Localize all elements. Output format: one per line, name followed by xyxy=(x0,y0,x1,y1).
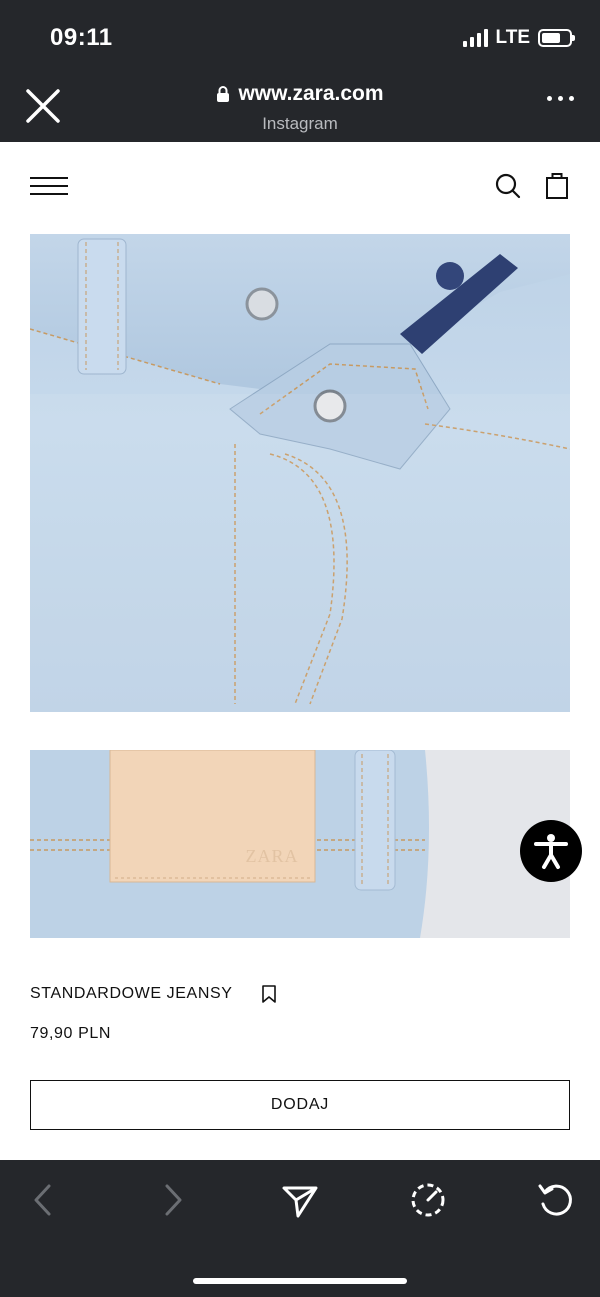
site-header xyxy=(0,142,600,230)
network-type: LTE xyxy=(495,27,530,48)
status-time: 09:11 xyxy=(50,24,113,51)
more-dots-icon[interactable] xyxy=(547,96,574,101)
address-bar[interactable]: www.zara.com Instagram xyxy=(0,82,600,134)
add-to-cart-button[interactable]: DODAJ xyxy=(30,1080,570,1130)
lock-icon xyxy=(217,86,230,102)
home-indicator[interactable] xyxy=(193,1278,407,1284)
product-image-main[interactable] xyxy=(30,234,570,712)
patch-logo: ZARA xyxy=(246,846,299,866)
accessibility-icon[interactable] xyxy=(520,820,582,882)
speedometer-icon[interactable] xyxy=(408,1180,448,1220)
reload-icon[interactable] xyxy=(536,1180,576,1220)
product-image-secondary[interactable]: ZARA xyxy=(30,750,570,938)
search-icon[interactable] xyxy=(494,172,522,200)
browser-top-bar: 09:11 LTE www.zara.com Instagram xyxy=(0,0,600,142)
bookmark-icon[interactable] xyxy=(261,985,277,1003)
browser-bottom-toolbar xyxy=(0,1160,600,1297)
battery-icon xyxy=(538,29,575,47)
send-icon[interactable] xyxy=(280,1180,320,1220)
shopping-bag-icon[interactable] xyxy=(544,170,570,200)
product-price: 79,90 PLN xyxy=(30,1025,112,1042)
product-name: STANDARDOWE JEANSY xyxy=(30,985,233,1002)
chevron-right-icon[interactable] xyxy=(152,1180,192,1220)
hamburger-icon[interactable] xyxy=(30,177,68,195)
url-text: www.zara.com xyxy=(238,82,384,105)
chevron-left-icon[interactable] xyxy=(24,1180,64,1220)
status-indicators: LTE xyxy=(462,27,575,49)
referrer-text: Instagram xyxy=(262,114,338,133)
signal-icon xyxy=(462,29,488,47)
